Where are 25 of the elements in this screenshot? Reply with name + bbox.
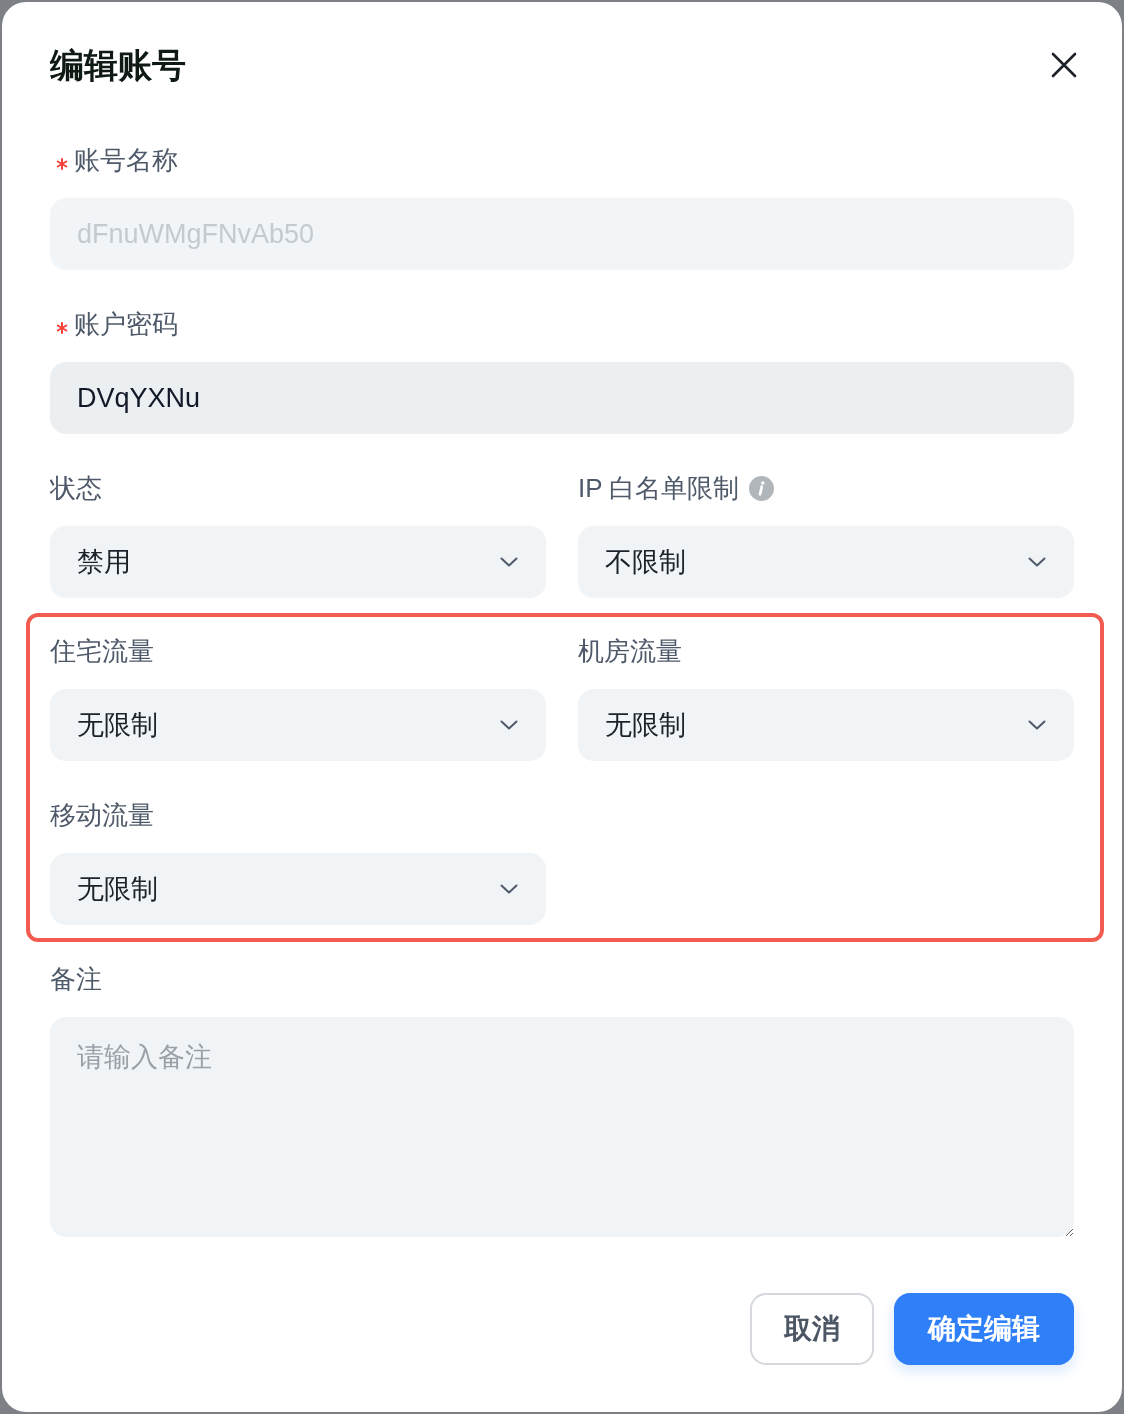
dropdown-field[interactable]: 无限制 [50, 853, 546, 925]
field-label: 账户密码 [74, 308, 178, 341]
chevron-down-icon [500, 557, 518, 567]
field-label: 账号名称 [74, 144, 178, 177]
chevron-down-icon [1028, 557, 1046, 567]
confirm-button[interactable]: 确定编辑 [894, 1293, 1074, 1365]
dialog-title: 编辑账号 [50, 45, 186, 86]
close-button[interactable] [1050, 51, 1078, 79]
notes-textarea[interactable]: 请输入备注 [50, 1017, 1074, 1237]
cancel-button[interactable]: 取消 [750, 1293, 874, 1365]
dropdown-field[interactable]: 无限制 [578, 689, 1074, 761]
dropdown-field[interactable]: 不限制 [578, 526, 1074, 598]
chevron-down-icon [500, 884, 518, 894]
field-label: 状态 [50, 472, 102, 505]
dropdown-field[interactable]: 禁用 [50, 526, 546, 598]
dropdown-field[interactable]: 无限制 [50, 689, 546, 761]
field-label: 住宅流量 [50, 635, 154, 668]
field-label: 机房流量 [578, 635, 682, 668]
input-field[interactable]: DVqYXNu [50, 362, 1074, 434]
chevron-down-icon [500, 720, 518, 730]
field-label: 备注 [50, 963, 102, 996]
field-label: IP 白名单限制 [578, 472, 740, 505]
close-icon [1051, 52, 1077, 78]
chevron-down-icon [1028, 720, 1046, 730]
field-label: 移动流量 [50, 799, 154, 832]
